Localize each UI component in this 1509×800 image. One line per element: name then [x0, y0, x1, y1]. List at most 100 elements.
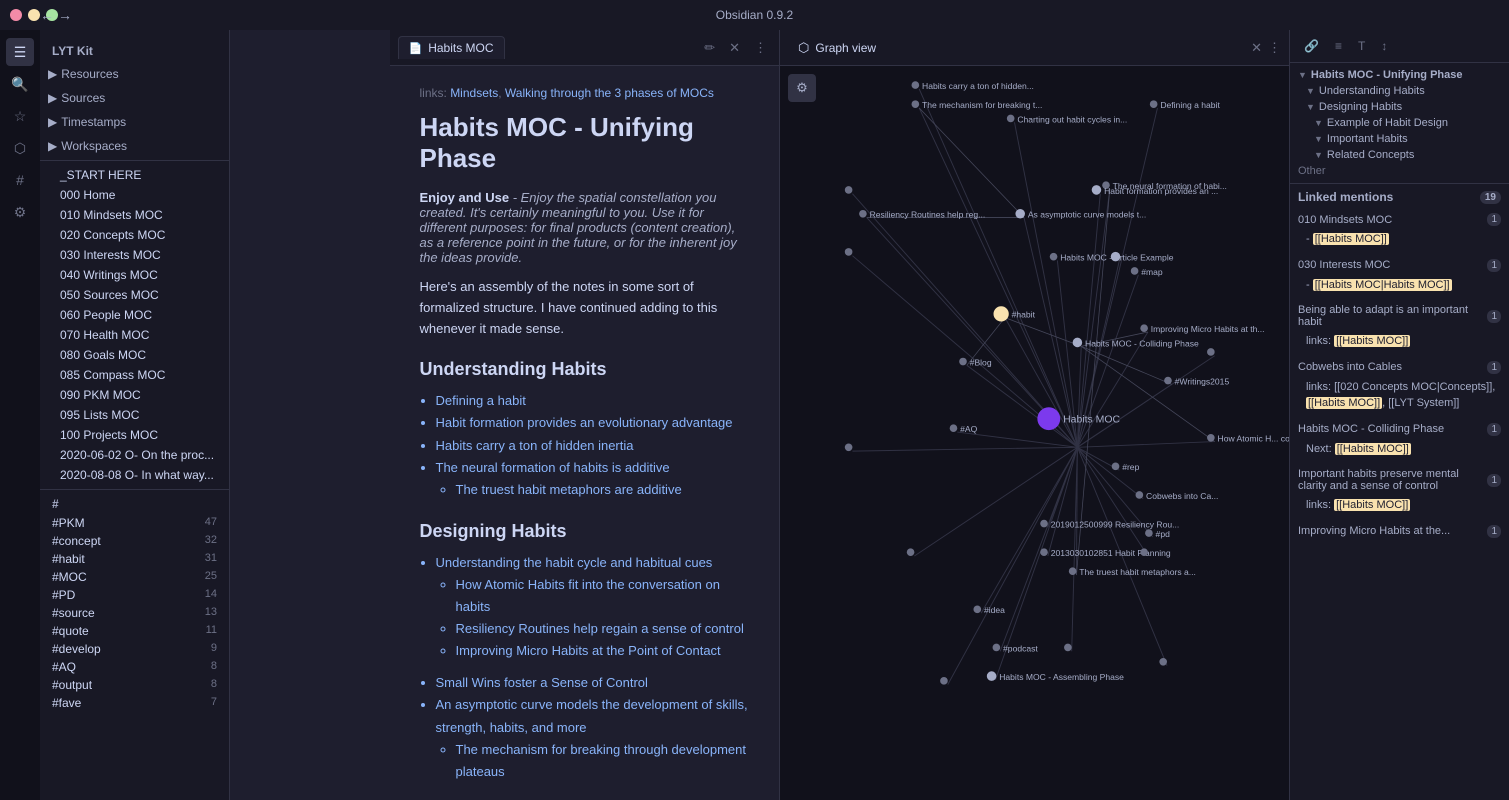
list-item[interactable]: The neural formation of habits is additi… [436, 457, 750, 501]
linked-group-010-title[interactable]: 010 Mindsets MOC 1 [1290, 210, 1509, 229]
linked-group-micro-count: 1 [1487, 525, 1501, 538]
close-tab-button[interactable]: ✕ [725, 38, 744, 58]
linked-group-030-title[interactable]: 030 Interests MOC 1 [1290, 256, 1509, 275]
truest-habit-link[interactable]: The truest habit metaphors are additive [456, 482, 682, 497]
sidebar-item-100[interactable]: 100 Projects MOC [40, 425, 229, 445]
timestamps-section-title[interactable]: ▶ Timestamps [40, 112, 229, 132]
sidebar-item-060[interactable]: 060 People MOC [40, 305, 229, 325]
defining-habit-link[interactable]: Defining a habit [436, 393, 526, 408]
resources-section-title[interactable]: ▶ Resources [40, 64, 229, 84]
forward-button[interactable]: → [58, 7, 72, 23]
sidebar-item-010[interactable]: 010 Mindsets MOC [40, 205, 229, 225]
sidebar-item-000[interactable]: 000 Home [40, 185, 229, 205]
linked-group-colliding-title[interactable]: Habits MOC - Colliding Phase 1 [1290, 420, 1509, 439]
linked-group-important-title[interactable]: Important habits preserve mental clarity… [1290, 465, 1509, 495]
files-icon-btn[interactable]: ☰ [6, 38, 34, 66]
close-button[interactable] [10, 9, 22, 21]
outline-item-designing[interactable]: ▼ Designing Habits [1290, 99, 1509, 115]
format-btn[interactable]: ≡ [1329, 36, 1348, 56]
linked-mentions-header[interactable]: Linked mentions 19 [1290, 184, 1509, 210]
search-icon-btn[interactable]: 🔍 [6, 70, 34, 98]
edit-button[interactable]: ✏ [700, 38, 719, 58]
tag-source[interactable]: #source 13 [40, 604, 229, 622]
tag-develop[interactable]: #develop 9 [40, 640, 229, 658]
outline-item-important[interactable]: ▼ Important Habits [1290, 131, 1509, 147]
plugin-icon-btn[interactable]: ⚙ [6, 198, 34, 226]
atomic-habits-link[interactable]: How Atomic Habits fit into the conversat… [456, 577, 720, 614]
tag-aq[interactable]: #AQ 8 [40, 658, 229, 676]
list-item[interactable]: Resiliency Routines help regain a sense … [456, 618, 750, 640]
tag-moc[interactable]: #MOC 25 [40, 568, 229, 586]
graph-icon-btn[interactable]: ⬡ [6, 134, 34, 162]
sidebar-item-2020-2[interactable]: 2020-08-08 O- In what way... [40, 465, 229, 485]
back-button[interactable]: ← [40, 7, 54, 23]
tags-icon-btn[interactable]: # [6, 166, 34, 194]
outline-item-understanding[interactable]: ▼ Understanding Habits [1290, 83, 1509, 99]
list-item[interactable]: Habit formation provides an evolutionary… [436, 412, 750, 434]
star-icon-btn[interactable]: ☆ [6, 102, 34, 130]
svg-text:Improving Micro Habits at th..: Improving Micro Habits at th... [1151, 324, 1265, 334]
small-wins-link[interactable]: Small Wins foster a Sense of Control [436, 675, 648, 690]
linked-group-adapt-title[interactable]: Being able to adapt is an important habi… [1290, 301, 1509, 331]
sidebar-item-085[interactable]: 085 Compass MOC [40, 365, 229, 385]
phases-link[interactable]: Walking through the 3 phases of MOCs [505, 86, 714, 100]
sidebar-item-095[interactable]: 095 Lists MOC [40, 405, 229, 425]
tag-quote[interactable]: #quote 11 [40, 622, 229, 640]
sidebar-item-070[interactable]: 070 Health MOC [40, 325, 229, 345]
graph-visualization[interactable]: Habits MOC#habitHabits MOC - Colliding P… [780, 66, 1289, 800]
sidebar-item-080[interactable]: 080 Goals MOC [40, 345, 229, 365]
outline-other[interactable]: Other [1290, 163, 1509, 179]
sidebar-item-020[interactable]: 020 Concepts MOC [40, 225, 229, 245]
list-item[interactable]: Improving Micro Habits at the Point of C… [456, 640, 750, 662]
list-item[interactable]: The mechanism for breaking through devel… [456, 739, 750, 783]
list-item[interactable]: Understanding the habit cycle and habitu… [436, 552, 750, 662]
sidebar-item-040[interactable]: 040 Writings MOC [40, 265, 229, 285]
tag-concept[interactable]: #concept 32 [40, 532, 229, 550]
sidebar-item-050[interactable]: 050 Sources MOC [40, 285, 229, 305]
tag-pd[interactable]: #PD 14 [40, 586, 229, 604]
linked-group-cobwebs-title[interactable]: Cobwebs into Cables 1 [1290, 358, 1509, 377]
sidebar-item-start[interactable]: _START HERE [40, 165, 229, 185]
mechanism-link[interactable]: The mechanism for breaking through devel… [456, 742, 747, 779]
sidebar-item-090[interactable]: 090 PKM MOC [40, 385, 229, 405]
list-item[interactable]: Small Wins foster a Sense of Control [436, 672, 750, 694]
linked-group-micro-title[interactable]: Improving Micro Habits at the... 1 [1290, 522, 1509, 541]
neural-formation-link[interactable]: The neural formation of habits is additi… [436, 460, 670, 475]
graph-settings-button[interactable]: ⚙ [788, 74, 816, 102]
tag-pkm[interactable]: #PKM 47 [40, 514, 229, 532]
list-item[interactable]: An asymptotic curve models the developme… [436, 694, 750, 782]
graph-view-tab[interactable]: ⬡ Graph view [788, 36, 886, 60]
list-item[interactable]: Habits carry a ton of hidden inertia [436, 435, 750, 457]
list-item[interactable]: Defining a habit [436, 390, 750, 412]
minimize-button[interactable] [28, 9, 40, 21]
habits-moc-tab[interactable]: 📄 Habits MOC [398, 36, 505, 59]
tag-habit[interactable]: #habit 31 [40, 550, 229, 568]
graph-more-button[interactable]: ⋮ [1268, 40, 1281, 56]
more-options-button[interactable]: ⋮ [750, 38, 771, 58]
list-item[interactable]: How Atomic Habits fit into the conversat… [456, 574, 750, 618]
outline-item-related[interactable]: ▼ Related Concepts [1290, 147, 1509, 163]
mindsets-link[interactable]: Mindsets [450, 86, 498, 100]
sources-section-title[interactable]: ▶ Sources [40, 88, 229, 108]
sort-btn[interactable]: ↕ [1375, 36, 1393, 56]
sidebar-item-2020-1[interactable]: 2020-06-02 O- On the proc... [40, 445, 229, 465]
tag-output-label: #output [52, 678, 92, 692]
workspaces-section-title[interactable]: ▶ Workspaces [40, 136, 229, 156]
outline-item-example[interactable]: ▼ Example of Habit Design [1290, 115, 1509, 131]
link-icon-btn[interactable]: 🔗 [1298, 36, 1325, 56]
habits-inertia-link[interactable]: Habits carry a ton of hidden inertia [436, 438, 634, 453]
micro-habits-link[interactable]: Improving Micro Habits at the Point of C… [456, 643, 721, 658]
linked-group-030-body: - [[Habits MOC|Habits MOC]] [1290, 275, 1509, 298]
list-item[interactable]: The truest habit metaphors are additive [456, 479, 750, 501]
outline-item-main[interactable]: ▼ Habits MOC - Unifying Phase [1290, 67, 1509, 83]
tag-output[interactable]: #output 8 [40, 676, 229, 694]
habit-cycle-link[interactable]: Understanding the habit cycle and habitu… [436, 555, 713, 570]
asymptotic-link[interactable]: An asymptotic curve models the developme… [436, 697, 748, 734]
resiliency-link[interactable]: Resiliency Routines help regain a sense … [456, 621, 744, 636]
svg-text:The mechanism for breaking t..: The mechanism for breaking t... [922, 100, 1042, 110]
sidebar-item-030[interactable]: 030 Interests MOC [40, 245, 229, 265]
close-graph-button[interactable]: ✕ [1251, 40, 1262, 56]
tag-fave[interactable]: #fave 7 [40, 694, 229, 712]
heading-btn[interactable]: T [1352, 36, 1371, 56]
habit-evolution-link[interactable]: Habit formation provides an evolutionary… [436, 415, 733, 430]
